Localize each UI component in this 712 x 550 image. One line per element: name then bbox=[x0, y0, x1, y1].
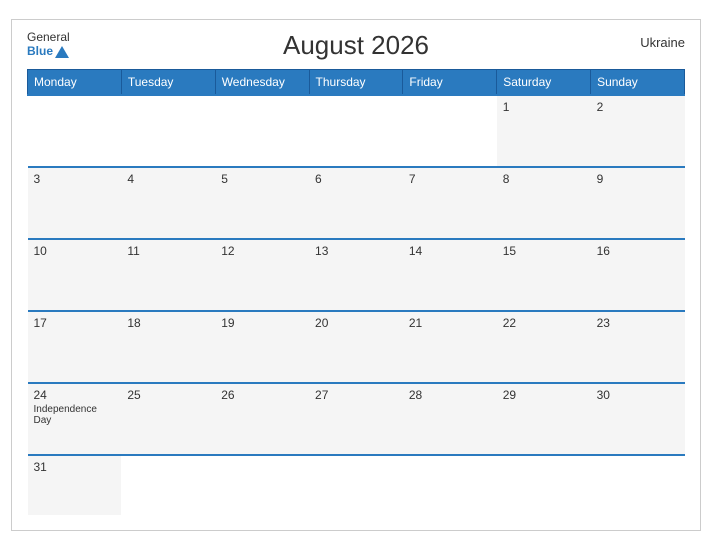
day-number: 13 bbox=[315, 244, 397, 258]
logo-general-text: General bbox=[27, 30, 70, 44]
logo-triangle-icon bbox=[55, 46, 69, 58]
calendar-cell: 26 bbox=[215, 383, 309, 455]
day-number: 10 bbox=[34, 244, 116, 258]
day-number: 2 bbox=[597, 100, 679, 114]
calendar-cell: 4 bbox=[121, 167, 215, 239]
weekday-header-wednesday: Wednesday bbox=[215, 70, 309, 96]
logo-blue-text: Blue bbox=[27, 44, 53, 58]
day-number: 22 bbox=[503, 316, 585, 330]
calendar-cell: 24 Independence Day bbox=[28, 383, 122, 455]
calendar-cell: 29 bbox=[497, 383, 591, 455]
calendar-cell: 30 bbox=[591, 383, 685, 455]
weekday-header-friday: Friday bbox=[403, 70, 497, 96]
calendar-cell: 15 bbox=[497, 239, 591, 311]
calendar-cell bbox=[497, 455, 591, 515]
week-row-5: 24 Independence Day 25 26 27 28 29 30 bbox=[28, 383, 685, 455]
calendar-cell: 16 bbox=[591, 239, 685, 311]
day-number: 19 bbox=[221, 316, 303, 330]
day-number: 17 bbox=[34, 316, 116, 330]
country-label: Ukraine bbox=[640, 35, 685, 50]
calendar-cell: 10 bbox=[28, 239, 122, 311]
calendar-cell: 5 bbox=[215, 167, 309, 239]
weekday-header-sunday: Sunday bbox=[591, 70, 685, 96]
day-number: 21 bbox=[409, 316, 491, 330]
week-row-4: 17 18 19 20 21 22 23 bbox=[28, 311, 685, 383]
day-number: 11 bbox=[127, 244, 209, 258]
calendar-cell bbox=[28, 95, 122, 167]
day-number: 24 bbox=[34, 388, 116, 402]
calendar-cell: 18 bbox=[121, 311, 215, 383]
day-number: 20 bbox=[315, 316, 397, 330]
logo-line: Blue bbox=[27, 44, 69, 58]
calendar-cell: 8 bbox=[497, 167, 591, 239]
calendar-cell bbox=[121, 455, 215, 515]
calendar-cell: 11 bbox=[121, 239, 215, 311]
weekday-header-tuesday: Tuesday bbox=[121, 70, 215, 96]
day-number: 28 bbox=[409, 388, 491, 402]
day-number: 4 bbox=[127, 172, 209, 186]
day-number: 8 bbox=[503, 172, 585, 186]
calendar-cell: 20 bbox=[309, 311, 403, 383]
calendar-cell bbox=[591, 455, 685, 515]
day-number: 29 bbox=[503, 388, 585, 402]
week-row-2: 3456789 bbox=[28, 167, 685, 239]
week-row-6: 31 bbox=[28, 455, 685, 515]
calendar-cell bbox=[215, 455, 309, 515]
day-number: 6 bbox=[315, 172, 397, 186]
calendar-cell: 3 bbox=[28, 167, 122, 239]
calendar-cell: 25 bbox=[121, 383, 215, 455]
weekday-header-saturday: Saturday bbox=[497, 70, 591, 96]
calendar-title: August 2026 bbox=[283, 30, 429, 61]
day-number: 31 bbox=[34, 460, 116, 474]
weekday-header-thursday: Thursday bbox=[309, 70, 403, 96]
calendar-cell bbox=[215, 95, 309, 167]
day-number: 9 bbox=[597, 172, 679, 186]
calendar-cell: 1 bbox=[497, 95, 591, 167]
calendar-cell: 6 bbox=[309, 167, 403, 239]
calendar-cell: 7 bbox=[403, 167, 497, 239]
day-number: 23 bbox=[597, 316, 679, 330]
calendar-container: General Blue August 2026 Ukraine MondayT… bbox=[11, 19, 701, 531]
day-number: 7 bbox=[409, 172, 491, 186]
calendar-cell bbox=[403, 95, 497, 167]
calendar-cell: 19 bbox=[215, 311, 309, 383]
calendar-cell: 2 bbox=[591, 95, 685, 167]
day-number: 1 bbox=[503, 100, 585, 114]
calendar-cell bbox=[309, 455, 403, 515]
week-row-1: 12 bbox=[28, 95, 685, 167]
day-number: 25 bbox=[127, 388, 209, 402]
day-number: 12 bbox=[221, 244, 303, 258]
calendar-cell: 13 bbox=[309, 239, 403, 311]
event-label: Independence Day bbox=[34, 404, 116, 426]
calendar-grid: MondayTuesdayWednesdayThursdayFridaySatu… bbox=[27, 69, 685, 515]
week-row-3: 10 11 12 13 14 15 16 bbox=[28, 239, 685, 311]
calendar-cell: 27 bbox=[309, 383, 403, 455]
calendar-cell: 21 bbox=[403, 311, 497, 383]
day-number: 30 bbox=[597, 388, 679, 402]
calendar-cell: 12 bbox=[215, 239, 309, 311]
day-number: 3 bbox=[34, 172, 116, 186]
calendar-cell bbox=[403, 455, 497, 515]
day-number: 26 bbox=[221, 388, 303, 402]
calendar-cell: 14 bbox=[403, 239, 497, 311]
logo: General Blue bbox=[27, 30, 70, 59]
calendar-cell: 23 bbox=[591, 311, 685, 383]
calendar-cell bbox=[121, 95, 215, 167]
day-number: 18 bbox=[127, 316, 209, 330]
calendar-cell: 22 bbox=[497, 311, 591, 383]
day-number: 16 bbox=[597, 244, 679, 258]
day-number: 5 bbox=[221, 172, 303, 186]
day-number: 15 bbox=[503, 244, 585, 258]
calendar-cell bbox=[309, 95, 403, 167]
calendar-cell: 31 bbox=[28, 455, 122, 515]
weekday-header-row: MondayTuesdayWednesdayThursdayFridaySatu… bbox=[28, 70, 685, 96]
calendar-cell: 9 bbox=[591, 167, 685, 239]
day-number: 14 bbox=[409, 244, 491, 258]
day-number: 27 bbox=[315, 388, 397, 402]
calendar-cell: 28 bbox=[403, 383, 497, 455]
weekday-header-monday: Monday bbox=[28, 70, 122, 96]
calendar-cell: 17 bbox=[28, 311, 122, 383]
calendar-header: General Blue August 2026 Ukraine bbox=[27, 30, 685, 61]
